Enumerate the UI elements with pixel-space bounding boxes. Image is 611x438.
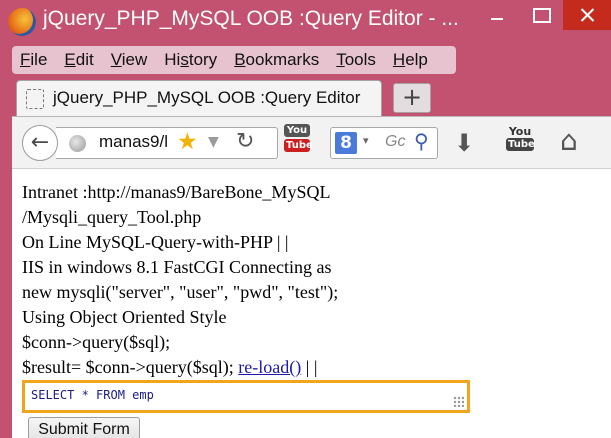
url-bar[interactable]: manas9/l ★ ▼ ↻ xyxy=(56,127,278,159)
menu-bar: File Edit View History Bookmarks Tools H… xyxy=(12,46,456,74)
search-bar[interactable]: 8 ▾ Gc ⚲ xyxy=(330,127,438,159)
window-titlebar: jQuery_PHP_MySQL OOB :Query Editor - ... xyxy=(0,0,611,44)
new-tab-button[interactable]: + xyxy=(393,83,431,113)
menu-edit[interactable]: Edit xyxy=(64,50,93,70)
query-textarea[interactable]: SELECT * FROM emp xyxy=(22,380,470,413)
search-icon[interactable]: ⚲ xyxy=(414,129,429,153)
browser-tab[interactable]: jQuery_PHP_MySQL OOB :Query Editor xyxy=(16,80,382,116)
info-text: Intranet :http://manas9/BareBone_MySQL /… xyxy=(22,180,338,380)
submit-form-button[interactable]: Submit Form xyxy=(28,417,140,438)
minimize-button[interactable] xyxy=(475,0,519,30)
firefox-logo-icon[interactable] xyxy=(8,8,36,36)
page-icon xyxy=(26,89,44,109)
menu-bookmarks[interactable]: Bookmarks xyxy=(234,50,319,70)
youtube-addon-icon[interactable]: You Tube xyxy=(284,124,313,156)
menu-tools[interactable]: Tools xyxy=(336,50,376,70)
info-line-with-link: $result= $conn->query($sql); re-load() |… xyxy=(22,357,318,377)
info-line: On Line MySQL-Query-with-PHP | | xyxy=(22,232,289,252)
resize-grip-icon[interactable] xyxy=(453,396,464,407)
maximize-button[interactable] xyxy=(519,0,563,30)
reload-icon[interactable]: ↻ xyxy=(236,129,254,154)
query-text[interactable]: SELECT * FROM emp xyxy=(31,388,154,402)
info-line: new mysqli("server", "user", "pwd", "tes… xyxy=(22,282,339,302)
navigation-bar: manas9/l ★ ▼ ↻ ← You Tube 8 ▾ Gc ⚲ ⬇ You… xyxy=(12,116,611,168)
search-engine-dropdown-icon[interactable]: ▾ xyxy=(363,134,369,147)
menu-history[interactable]: History xyxy=(164,50,217,70)
menu-help[interactable]: Help xyxy=(393,50,428,70)
info-line: Intranet :http://manas9/BareBone_MySQL xyxy=(22,182,331,202)
search-input[interactable]: Gc xyxy=(385,133,405,151)
youtube-icon[interactable]: You Tube xyxy=(506,125,535,151)
url-text[interactable]: manas9/l xyxy=(99,132,171,152)
window-controls xyxy=(475,0,611,30)
window-title: jQuery_PHP_MySQL OOB :Query Editor - ... xyxy=(43,7,459,30)
info-line: $conn->query($sql); xyxy=(22,332,171,352)
menu-file[interactable]: File xyxy=(20,50,47,70)
home-icon[interactable]: ⌂ xyxy=(560,124,578,157)
info-line: Using Object Oriented Style xyxy=(22,307,227,327)
tab-title: jQuery_PHP_MySQL OOB :Query Editor xyxy=(53,88,361,107)
page-content: Intranet :http://manas9/BareBone_MySQL /… xyxy=(12,168,611,438)
download-icon[interactable]: ⬇ xyxy=(454,129,474,157)
info-line: IIS in windows 8.1 FastCGI Connecting as xyxy=(22,257,332,277)
reload-link[interactable]: re-load() xyxy=(238,357,301,377)
close-button[interactable] xyxy=(563,0,611,30)
url-dropdown-icon[interactable]: ▼ xyxy=(208,134,219,150)
back-button[interactable]: ← xyxy=(22,125,58,161)
info-line: /Mysqli_query_Tool.php xyxy=(22,207,202,227)
search-engine-icon[interactable]: 8 xyxy=(335,132,357,154)
bookmark-star-icon[interactable]: ★ xyxy=(177,129,198,155)
menu-view[interactable]: View xyxy=(111,50,148,70)
globe-icon xyxy=(69,135,86,152)
